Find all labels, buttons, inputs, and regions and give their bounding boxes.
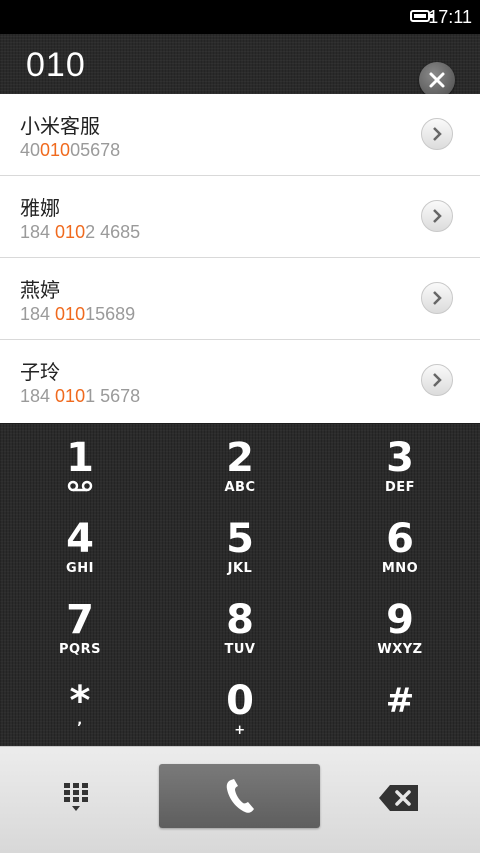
backspace-icon[interactable]: [378, 784, 420, 812]
key-5[interactable]: 5 JKL: [160, 505, 320, 585]
key-digit: 1: [66, 435, 94, 481]
contact-row[interactable]: 雅娜 184 0102 4685: [0, 176, 480, 258]
key-digit: 7: [66, 597, 94, 643]
key-7[interactable]: 7 PQRS: [0, 586, 160, 666]
dial-entry-bar: 010: [0, 34, 480, 98]
key-letters: WXYZ: [377, 642, 423, 657]
dialed-number[interactable]: 010: [26, 46, 86, 85]
contact-phone: 184 01015689: [20, 304, 136, 324]
call-button[interactable]: [159, 764, 320, 828]
key-digit: 4: [66, 516, 94, 562]
voicemail-icon: [67, 480, 93, 492]
phone-icon: [226, 779, 254, 813]
key-letters: TUV: [224, 642, 256, 657]
key-digit: 5: [226, 516, 254, 562]
key-letters: ,: [77, 713, 83, 728]
contact-row[interactable]: 燕婷 184 01015689: [0, 258, 480, 340]
key-letters: PQRS: [59, 642, 101, 657]
chevron-right-icon: [433, 209, 442, 223]
key-digit: 9: [386, 597, 414, 643]
key-1[interactable]: 1: [0, 424, 160, 504]
status-bar: 17:11: [0, 0, 480, 34]
key-8[interactable]: 8 TUV: [160, 586, 320, 666]
key-6[interactable]: 6 MNO: [320, 505, 480, 585]
action-bar: [0, 746, 480, 853]
contact-phone: 184 0102 4685: [20, 222, 141, 242]
key-letters: MNO: [381, 561, 419, 576]
key-digit: 2: [226, 435, 254, 481]
key-letters: JKL: [227, 561, 253, 576]
contact-row[interactable]: 小米客服 4001005678: [0, 94, 480, 176]
phone-match-highlight: 010: [55, 304, 86, 324]
contact-name: 燕婷: [20, 278, 60, 302]
dialpad: 1 2 ABC 3 DEF 4 GHI 5 JKL 6 MNO 7 PQRS 8…: [0, 424, 480, 746]
contact-detail-button[interactable]: [421, 118, 453, 150]
key-letters: +: [234, 723, 246, 738]
contact-results-list: 小米客服 4001005678 雅娜 184 0102 4685 燕婷 184 …: [0, 94, 480, 423]
key-0[interactable]: 0 +: [160, 667, 320, 747]
key-letters: GHI: [66, 561, 94, 576]
key-3[interactable]: 3 DEF: [320, 424, 480, 504]
key-digit: 0: [226, 678, 254, 724]
key-hash[interactable]: #: [320, 667, 480, 747]
contact-name: 小米客服: [20, 114, 100, 138]
contact-phone: 184 0101 5678: [20, 386, 141, 406]
status-time: 17:11: [428, 7, 472, 27]
dialpad-icon[interactable]: [62, 781, 94, 815]
key-4[interactable]: 4 GHI: [0, 505, 160, 585]
contact-row[interactable]: 子玲 184 0101 5678: [0, 340, 480, 423]
chevron-right-icon: [433, 127, 442, 141]
key-digit: 6: [386, 516, 414, 562]
clear-button[interactable]: [419, 62, 455, 98]
chevron-right-icon: [433, 373, 442, 387]
key-digit: #: [385, 681, 415, 721]
phone-match-highlight: 010: [55, 386, 86, 406]
key-2[interactable]: 2 ABC: [160, 424, 320, 504]
contact-detail-button[interactable]: [421, 200, 453, 232]
contact-name: 子玲: [20, 360, 60, 384]
close-icon: [429, 72, 445, 88]
key-9[interactable]: 9 WXYZ: [320, 586, 480, 666]
key-letters: DEF: [384, 480, 416, 495]
key-digit: 8: [226, 597, 254, 643]
battery-icon: [410, 10, 433, 22]
contact-detail-button[interactable]: [421, 364, 453, 396]
contact-detail-button[interactable]: [421, 282, 453, 314]
contact-phone: 4001005678: [20, 140, 121, 160]
contact-name: 雅娜: [20, 196, 60, 220]
key-star[interactable]: * ,: [0, 667, 160, 747]
key-digit: 3: [386, 435, 414, 481]
phone-match-highlight: 010: [40, 140, 71, 160]
phone-match-highlight: 010: [55, 222, 86, 242]
key-letters: ABC: [224, 480, 256, 495]
chevron-right-icon: [433, 291, 442, 305]
